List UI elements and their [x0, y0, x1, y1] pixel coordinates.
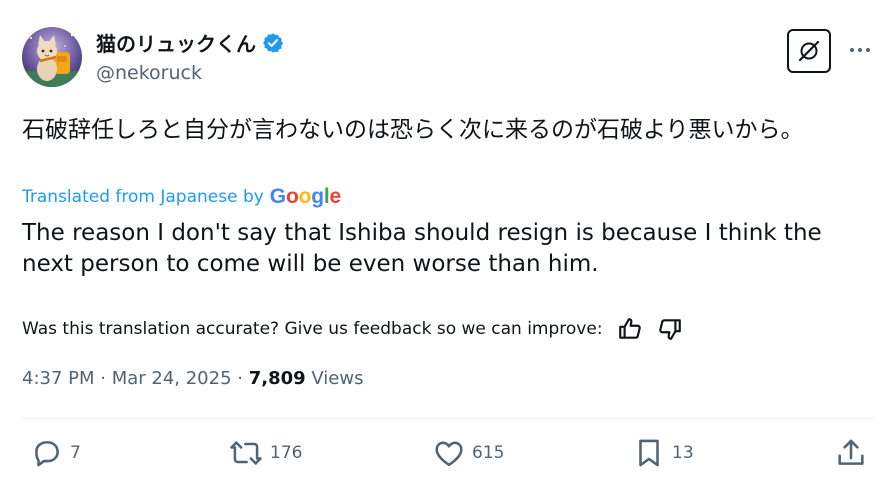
author-handle[interactable]: @nekoruck — [96, 62, 202, 84]
google-logo: Google — [269, 185, 341, 208]
divider — [22, 418, 874, 419]
post-translated-text: The reason I don't say that Ishiba shoul… — [22, 220, 822, 277]
repost-icon — [230, 441, 262, 465]
more-options-button[interactable] — [845, 38, 875, 62]
post-actions-bar: 7 176 615 13 — [0, 436, 896, 476]
cat-with-backpack-avatar — [22, 27, 82, 87]
repost-count: 176 — [270, 443, 303, 463]
post-meta: 4:37 PM · Mar 24, 2025 · 7,809 Views — [22, 368, 363, 389]
reply-icon — [35, 441, 59, 467]
views-count[interactable]: 7,809 — [249, 368, 306, 389]
feedback-question: Was this translation accurate? Give us f… — [22, 319, 603, 339]
bookmark-button[interactable]: 13 — [632, 436, 694, 470]
like-button[interactable]: 615 — [432, 436, 504, 470]
views-label: Views — [305, 368, 364, 389]
post-time[interactable]: 4:37 PM — [22, 368, 95, 389]
bookmark-count: 13 — [672, 443, 694, 463]
reply-count: 7 — [70, 443, 81, 463]
meta-separator: · — [94, 368, 112, 389]
heart-icon — [435, 441, 463, 467]
thumbs-down-icon[interactable] — [657, 316, 683, 342]
like-count: 615 — [472, 443, 505, 463]
grok-button[interactable] — [787, 29, 831, 73]
translation-feedback-row: Was this translation accurate? Give us f… — [22, 316, 683, 342]
post-original-text: 石破辞任しろと自分が言わないのは恐らく次に来るのが石破より悪いから。 — [22, 117, 804, 143]
avatar[interactable] — [22, 27, 82, 87]
thumbs-up-icon[interactable] — [617, 316, 643, 342]
author-display-name[interactable]: 猫のリュックくん — [96, 28, 256, 57]
reply-button[interactable]: 7 — [30, 436, 81, 470]
share-icon — [838, 439, 864, 465]
post-date[interactable]: Mar 24, 2025 — [112, 368, 232, 389]
more-dots-icon — [850, 48, 870, 52]
bookmark-icon — [639, 439, 659, 467]
repost-button[interactable]: 176 — [228, 436, 302, 470]
author-name-row: 猫のリュックくん — [96, 28, 284, 57]
verified-badge-icon[interactable] — [262, 32, 284, 54]
share-button[interactable] — [834, 436, 868, 470]
translation-attribution[interactable]: Translated from Japanese by Google — [22, 185, 341, 209]
grok-icon — [798, 40, 820, 62]
meta-separator: · — [231, 368, 249, 389]
translated-from-label: Translated from Japanese by — [22, 187, 264, 207]
